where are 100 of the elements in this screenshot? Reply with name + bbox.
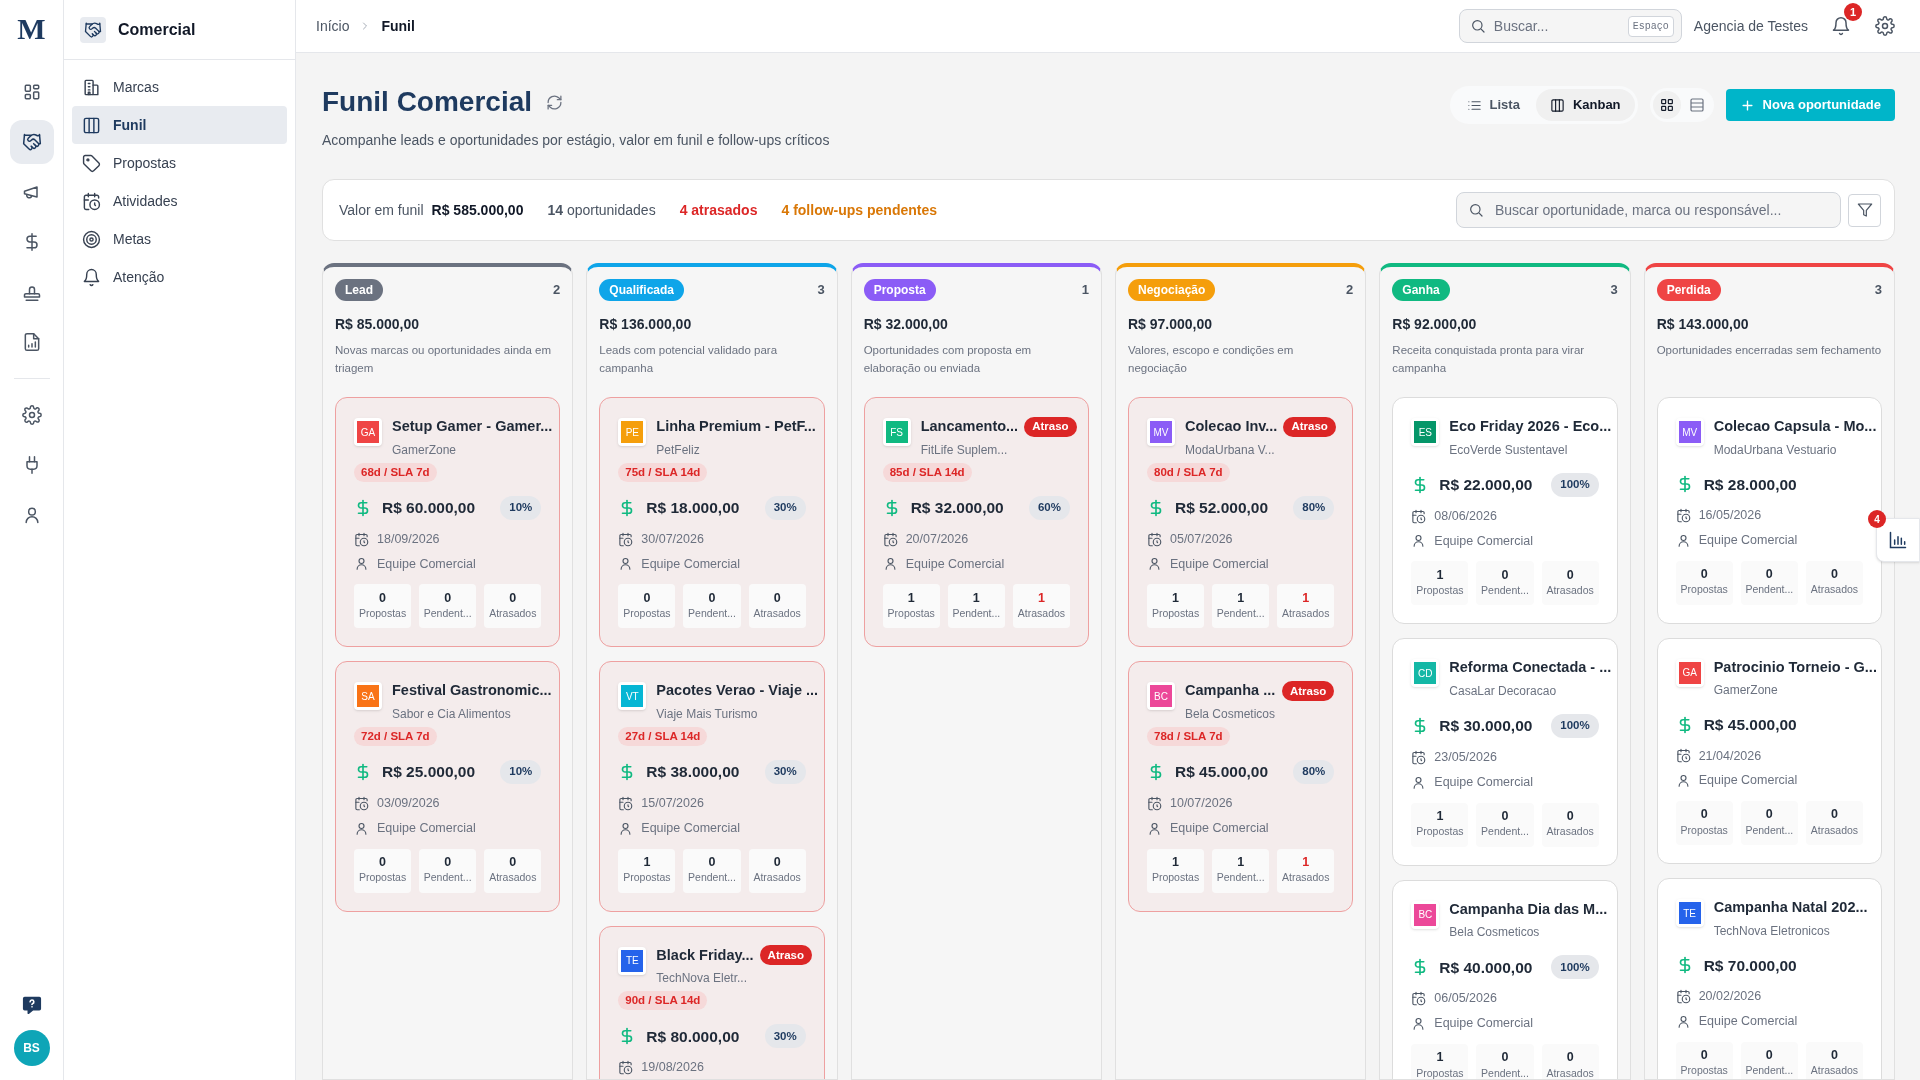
sidebar-item[interactable]: Propostas [72, 144, 287, 182]
grid-view-button[interactable] [1652, 91, 1681, 119]
handshake-nav-button[interactable] [9, 120, 54, 164]
sla-tag: 75d / SLA 14d [618, 462, 708, 482]
stat-value: 1 [1436, 567, 1444, 584]
stat-label: Atrasados [753, 606, 801, 622]
account-name[interactable]: Agencia de Testes [1693, 15, 1808, 37]
stat-value: 0 [1566, 808, 1574, 825]
settings-button[interactable] [1872, 13, 1898, 39]
late-badge: Atraso [1283, 416, 1336, 437]
stat-label: Propostas [358, 870, 407, 886]
probability: 60% [1028, 495, 1070, 520]
opportunity-search-field[interactable]: Buscar oportunidade, marca ou responsável... [1456, 192, 1841, 228]
opportunity-card[interactable]: BC Campanha Dia das M... Bela Cosmeticos R$ 40.000,00 100% 06/05/2026 Equipe Comercial 1 Propostas 0 Pendent... 0 Atrasados [1392, 879, 1618, 1079]
company-name: Sabor e Cia Alimentos [392, 706, 512, 723]
deal-value: R$ 80.000,00 [646, 1026, 740, 1047]
opportunity-title: Lancamento... [920, 417, 1019, 436]
stat-label: Propostas [1151, 606, 1200, 622]
opportunity-title: Colecao Capsula - Mo... [1713, 417, 1877, 436]
search-icon [1469, 18, 1486, 34]
calendar-icon [1675, 988, 1691, 1004]
settings-icon [21, 405, 42, 425]
filter-icon [1856, 202, 1873, 218]
opportunity-card[interactable]: FS Lancamento... Atraso FitLife Suplem... 85d / SLA 14d R$ 32.000,00 60% 20/07/2026 Equipe Comercial 1 Propostas 1 Pendent... 1 Atrasados [863, 397, 1089, 648]
stage-count: 3 [817, 281, 825, 300]
opportunity-title: Campanha ... [1185, 681, 1276, 701]
company-name: FitLife Suplem... [920, 441, 1009, 459]
opportunity-card[interactable]: GA Patrocinio Torneio - G... GamerZone R$ 45.000,00 21/04/2026 Equipe Comercial 0 Propostas 0 Pendent... 0 Atrasados [1656, 637, 1882, 864]
owner-name: Equipe Comercial [1170, 555, 1269, 573]
opportunity-card[interactable]: GA Setup Gamer - Gamer... GamerZone 68d / SLA 7d R$ 60.000,00 10% 18/09/2026 Equipe Comercial 0 Propostas 0 Pendent... 0 Atrasados [335, 397, 561, 648]
brand-logo: CD [1414, 662, 1437, 685]
sidebar-item[interactable]: Atenção [72, 258, 287, 296]
sidebar-item[interactable]: Funil [72, 106, 287, 144]
refresh-button[interactable] [546, 93, 564, 111]
owner-name: Equipe Comercial [1698, 772, 1798, 790]
owner-name: Equipe Comercial [1434, 532, 1533, 550]
stat-label: Atrasados [1282, 606, 1330, 622]
stat-label: Pendent... [952, 606, 1001, 622]
company-name: EcoVerde Sustentavel [1449, 441, 1569, 459]
opportunity-title: Colecao Inv... [1185, 417, 1278, 436]
opportunity-card[interactable]: CD Reforma Conectada - ... CasaLar Decoracao R$ 30.000,00 100% 23/05/2026 Equipe Comercial 1 Propostas 0 Pendent... 0 Atrasados [1392, 638, 1618, 866]
sla-tag: 27d / SLA 14d [618, 727, 708, 747]
opportunity-card[interactable]: ES Eco Friday 2026 - Eco... EcoVerde Sustentavel R$ 22.000,00 100% 08/06/2026 Equipe Comercial 1 Propostas 0 Pendent... 0 Atrasados [1392, 397, 1618, 625]
calendar-icon [1411, 508, 1427, 524]
owner-name: Equipe Comercial [1170, 819, 1269, 837]
company-name: CasaLar Decoracao [1449, 683, 1558, 700]
sidebar-item[interactable]: Atividades [72, 182, 287, 220]
opportunity-card[interactable]: BC Campanha ... Atraso Bela Cosmeticos 78d / SLA 7d R$ 45.000,00 80% 10/07/2026 Equipe Comercial 1 Propostas 1 Pendent... 1 Atrasados [1128, 661, 1354, 912]
brand-logo: SA [357, 685, 379, 708]
stat-value: 0 [1501, 1050, 1509, 1066]
breadcrumb-link[interactable]: Início [316, 15, 350, 37]
stage-description: Oportunidades com proposta em elaboração ou enviada [863, 343, 1033, 376]
sla-tag: 85d / SLA 14d [882, 462, 972, 482]
brand-logo: TE [1678, 902, 1701, 924]
brand-logo: BC [1414, 903, 1437, 926]
sidebar-item[interactable]: Metas [72, 220, 287, 258]
opportunity-title: Setup Gamer - Gamer... [392, 417, 553, 436]
stat-label: Atrasados [1810, 1063, 1859, 1079]
search-icon [1468, 202, 1484, 218]
deal-value: R$ 25.000,00 [382, 762, 476, 783]
due-date: 16/05/2026 [1698, 507, 1762, 524]
stage-count: 2 [553, 281, 561, 300]
building-icon [82, 77, 101, 97]
view-tab[interactable]: Lista [1452, 89, 1534, 121]
company-name: TechNova Eletr... [656, 970, 749, 988]
brand-logo: TE [621, 949, 644, 972]
stage-description: Novas marcas ou oportunidades ainda em triagem [335, 343, 553, 376]
stat-label: Propostas [623, 870, 671, 886]
opportunity-card[interactable]: PE Linha Premium - PetF... PetFeliz 75d / SLA 14d R$ 18.000,00 30% 30/07/2026 Equipe Comercial 0 Propostas 0 Pendent... 0 Atrasados [599, 397, 825, 648]
stat-label: Atrasados [1810, 822, 1859, 838]
sla-tag: 72d / SLA 7d [354, 727, 437, 747]
sidebar-item[interactable]: Marcas [72, 68, 287, 106]
stage-count: 3 [1874, 281, 1882, 300]
stat-value: 0 [379, 854, 387, 871]
opportunity-card[interactable]: VT Pacotes Verao - Viaje ... Viaje Mais Turismo 27d / SLA 14d R$ 38.000,00 30% 15/07/2026 Equipe Comercial 1 Propostas 0 Pendent... 0 Atrasados [599, 661, 825, 912]
page-subtitle: Acompanhe leads e oportunidades por estágio, valor em funil e follow-ups críticos [322, 131, 830, 150]
deal-value: R$ 45.000,00 [1175, 762, 1269, 783]
help-icon [20, 994, 43, 1016]
company-name: PetFeliz [656, 441, 701, 459]
brand-logo: MV [1150, 421, 1172, 443]
due-date: 06/05/2026 [1434, 990, 1497, 1008]
stat-label: Atrasados [1282, 870, 1330, 886]
opportunity-card[interactable]: TE Black Friday... Atraso TechNova Eletr... 90d / SLA 14d R$ 80.000,00 30% 19/08/2026 [599, 925, 825, 1079]
sla-tag: 90d / SLA 14d [618, 991, 708, 1011]
opportunity-card[interactable]: TE Campanha Natal 202... TechNova Eletronicos R$ 70.000,00 20/02/2026 Equipe Comercial 0 Propostas 0 Pendent... 0 Atrasados [1656, 878, 1882, 1079]
opportunity-card[interactable]: SA Festival Gastronomic... Sabor e Cia Alimentos 72d / SLA 7d R$ 25.000,00 10% 03/09/2026 Equipe Comercial 0 Propostas 0 Pendent... 0 Atrasados [335, 661, 561, 912]
view-tab[interactable]: Kanban [1535, 89, 1635, 121]
stat-label: Pendent... [1481, 824, 1529, 840]
deal-value: R$ 30.000,00 [1439, 716, 1533, 737]
stage-badge: Qualificada [599, 279, 684, 301]
filter-button[interactable] [1848, 193, 1881, 227]
stat-value: 0 [509, 590, 517, 607]
calendar-icon [354, 531, 369, 547]
opportunity-title: Campanha Natal 202... [1713, 898, 1868, 917]
owner-name: Equipe Comercial [905, 555, 1005, 573]
plus-icon [1739, 97, 1755, 113]
opportunity-card[interactable]: MV Colecao Inv... Atraso ModaUrbana V... 80d / SLA 7d R$ 52.000,00 80% 05/07/2026 Equipe Comercial 1 Propostas 1 Pendent... 1 Atrasados [1128, 397, 1354, 648]
stage-badge: Lead [335, 279, 383, 301]
stat-value: 0 [773, 854, 781, 871]
stat-value: 0 [509, 854, 517, 871]
